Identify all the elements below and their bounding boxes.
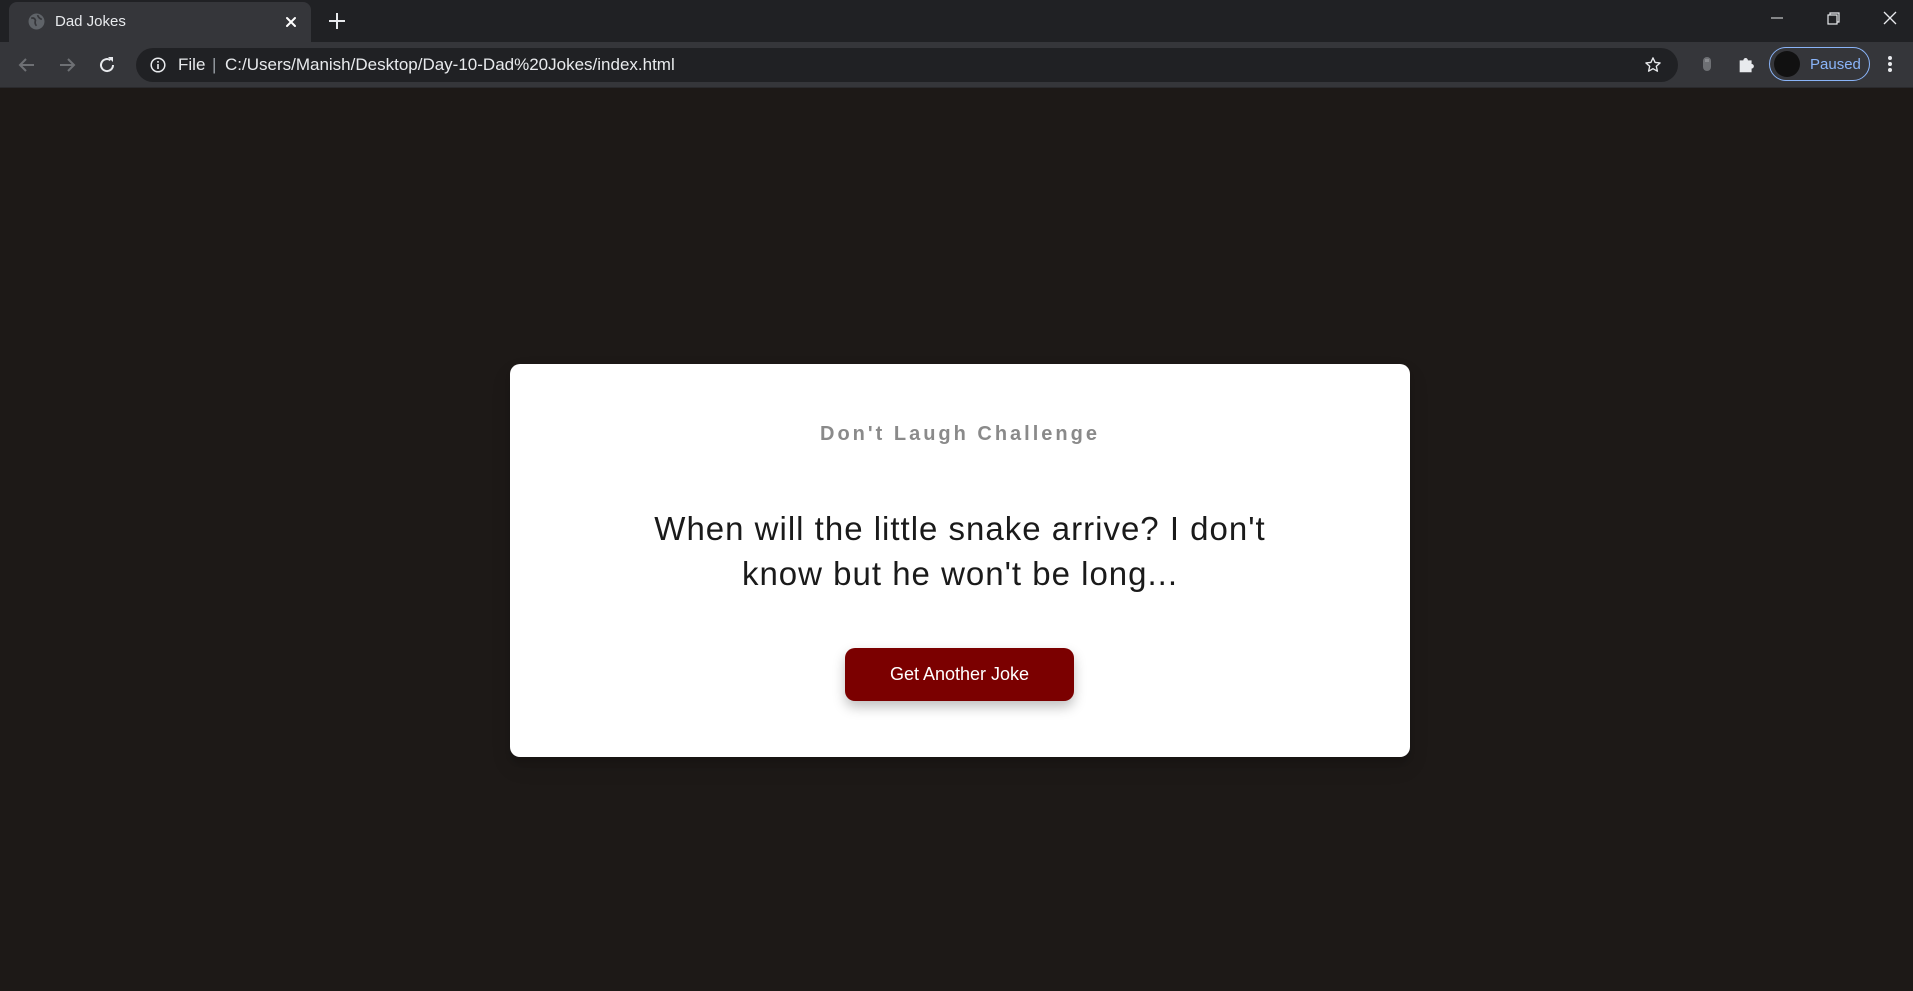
restore-icon[interactable] [1820, 7, 1846, 29]
profile-status: Paused [1810, 56, 1861, 73]
get-another-joke-button[interactable]: Get Another Joke [845, 648, 1074, 701]
joke-card: Don't Laugh Challenge When will the litt… [510, 364, 1410, 757]
page-viewport: Don't Laugh Challenge When will the litt… [0, 88, 1913, 991]
url-text[interactable]: C:/Users/Manish/Desktop/Day-10-Dad%20Jok… [225, 56, 675, 74]
tab-title: Dad Jokes [55, 13, 126, 30]
plus-icon[interactable] [326, 10, 348, 32]
star-icon[interactable] [1644, 56, 1662, 74]
reload-icon[interactable] [95, 53, 119, 77]
kebab-menu-icon[interactable] [1884, 53, 1896, 75]
joke-text: When will the little snake arrive? I don… [654, 510, 1266, 592]
arrow-right-icon[interactable] [55, 53, 79, 77]
browser-tab-active[interactable]: Dad Jokes [9, 2, 311, 42]
globe-icon [28, 13, 45, 30]
arrow-left-icon[interactable] [15, 53, 39, 77]
close-icon[interactable] [282, 13, 300, 31]
scheme-separator: | [212, 55, 217, 74]
window-close-icon[interactable] [1877, 7, 1903, 29]
avatar [1774, 51, 1800, 77]
tab-strip: Dad Jokes [0, 0, 1913, 42]
puzzle-icon[interactable] [1736, 53, 1758, 75]
extension-icon[interactable] [1697, 54, 1717, 74]
info-icon[interactable] [150, 57, 166, 73]
scheme-label: File [178, 55, 206, 74]
address-bar[interactable]: File | C:/Users/Manish/Desktop/Day-10-Da… [136, 48, 1678, 82]
browser-toolbar: File | C:/Users/Manish/Desktop/Day-10-Da… [0, 42, 1913, 88]
minimize-icon[interactable] [1764, 7, 1790, 29]
profile-button[interactable]: Paused [1769, 47, 1870, 81]
page-title: Don't Laugh Challenge [820, 423, 1100, 445]
